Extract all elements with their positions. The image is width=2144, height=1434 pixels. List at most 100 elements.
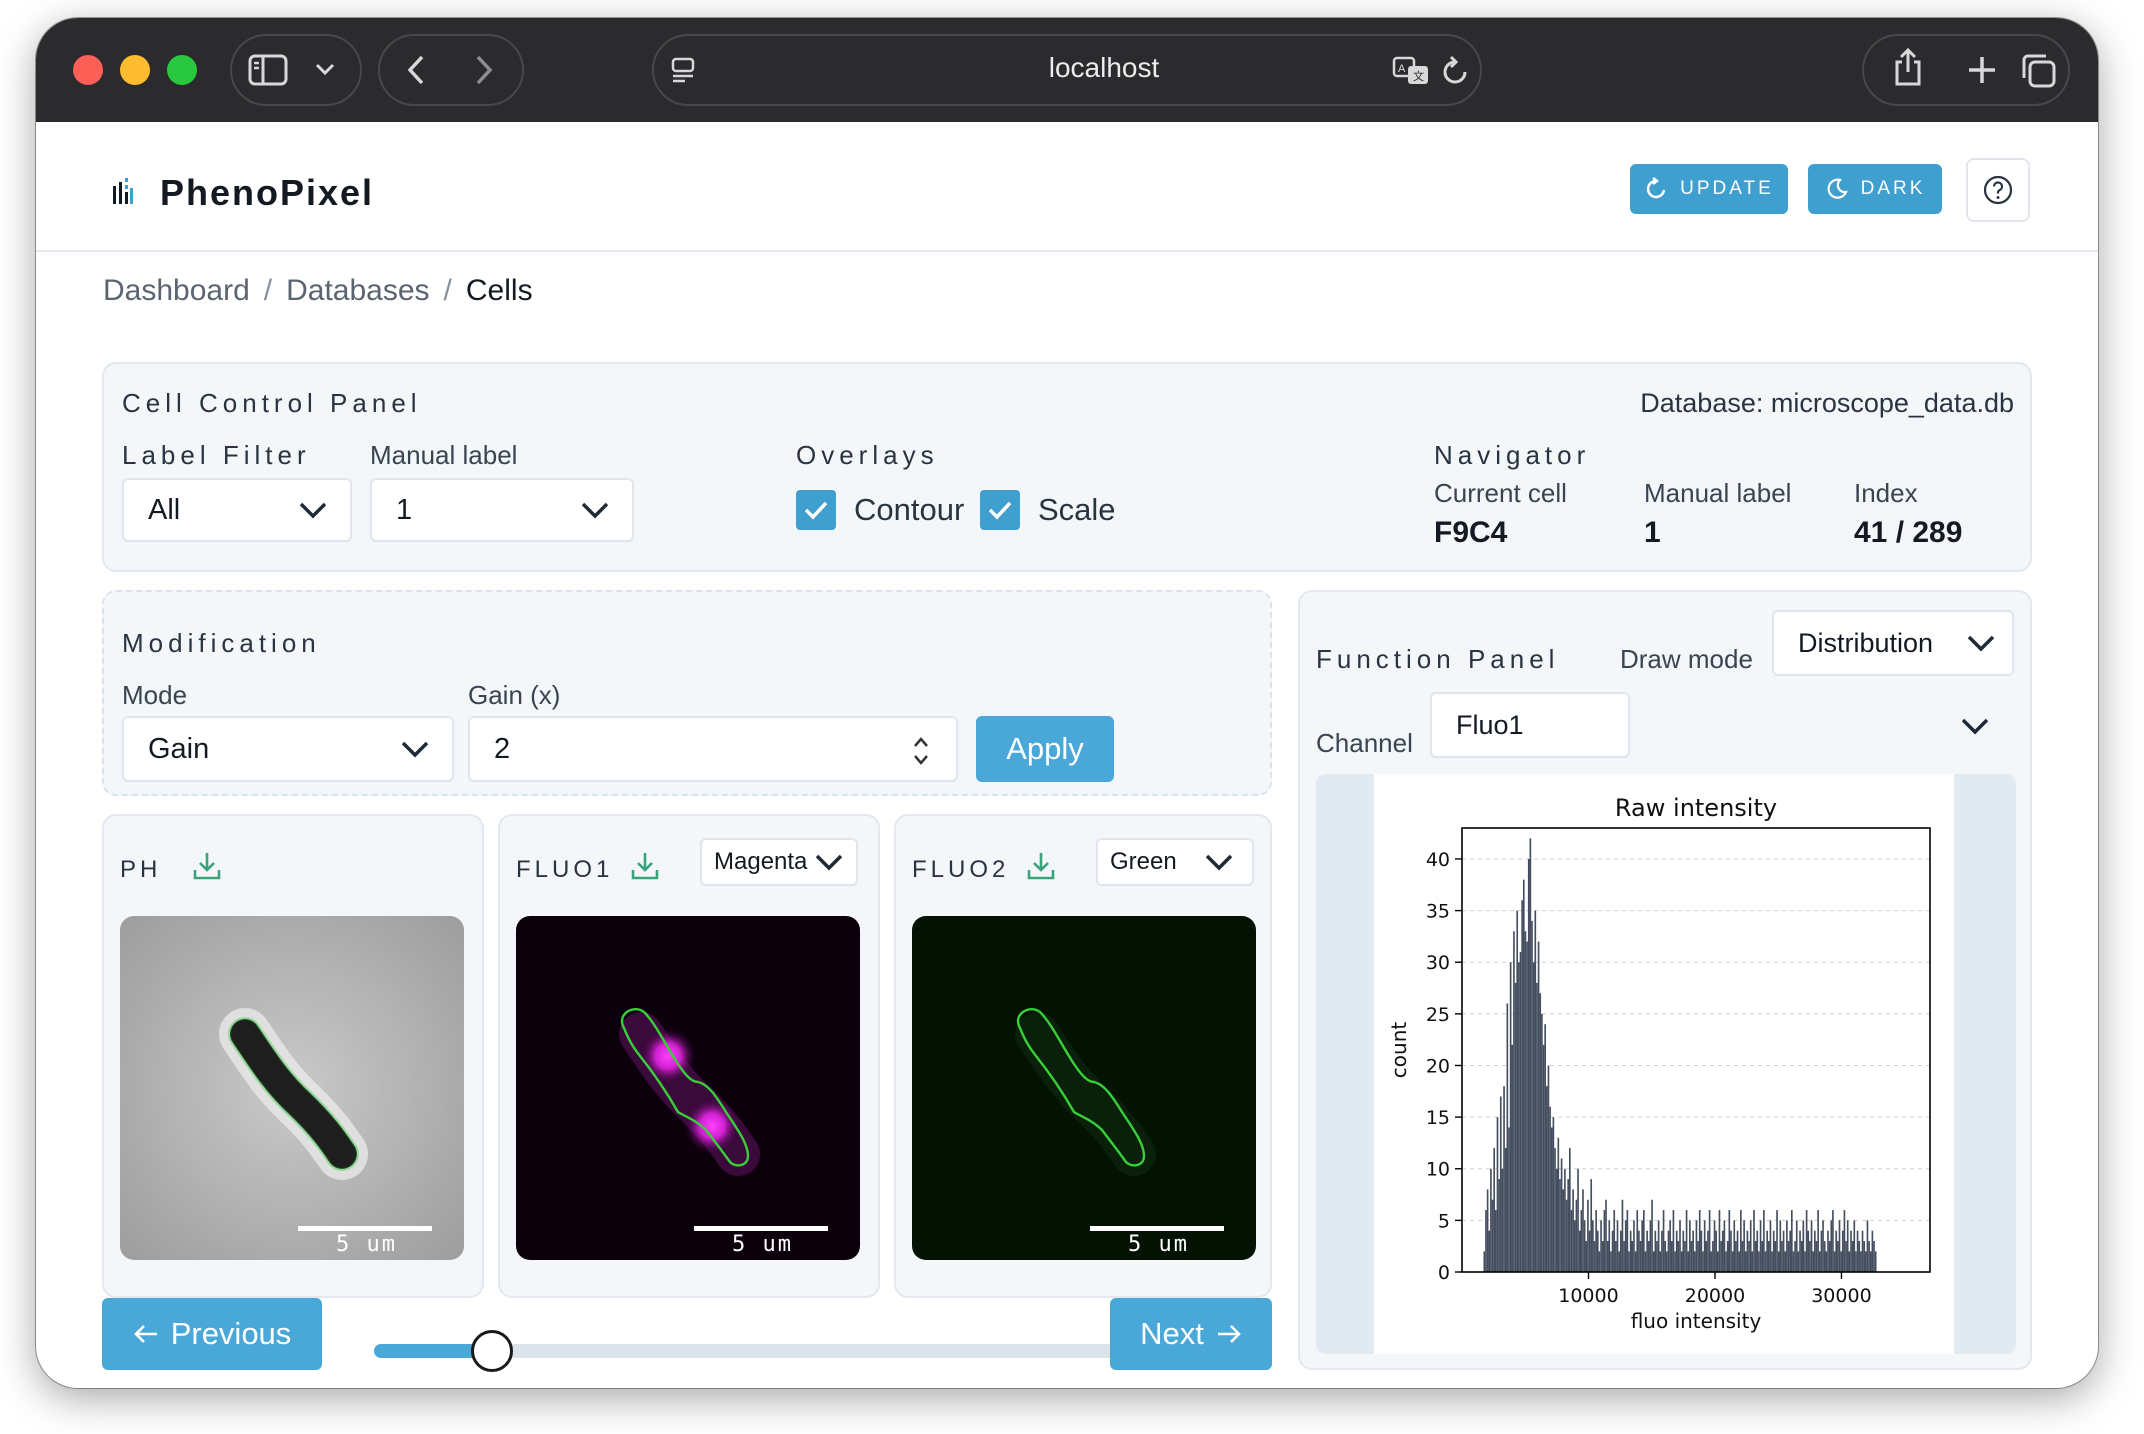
back-arrow-icon[interactable] <box>406 54 426 91</box>
histogram-bar <box>1799 1230 1801 1272</box>
histogram-bar <box>1585 1241 1588 1272</box>
browser-window: localhost A文 PhenoPixel UPDATE DARK Dash… <box>36 18 2098 1388</box>
maximize-window-button[interactable] <box>167 55 197 85</box>
histogram-bar <box>1534 910 1537 1272</box>
help-button[interactable] <box>1966 158 2030 222</box>
x-tick-label: 20000 <box>1685 1285 1745 1307</box>
contour-label[interactable]: Contour <box>854 492 964 528</box>
ph-cell-image: 5 um <box>120 916 464 1260</box>
reload-icon[interactable] <box>1440 54 1470 91</box>
new-tab-plus-icon[interactable] <box>1966 54 1998 91</box>
channel-label: Channel <box>1316 728 1413 758</box>
modification-title: Modification <box>122 628 321 658</box>
x-axis-label: fluo intensity <box>1631 1309 1762 1333</box>
scale-bar <box>1090 1226 1224 1231</box>
histogram-bar <box>1555 1168 1558 1272</box>
y-tick-label: 40 <box>1426 849 1450 871</box>
label-filter-select[interactable]: All <box>122 478 352 542</box>
apply-button[interactable]: Apply <box>976 716 1114 782</box>
histogram-bar <box>1575 1199 1578 1272</box>
draw-mode-value: Distribution <box>1798 627 1934 658</box>
draw-mode-select[interactable]: Distribution <box>1772 610 2014 676</box>
scale-label[interactable]: Scale <box>1038 492 1116 528</box>
breadcrumb-databases[interactable]: Databases <box>286 274 429 307</box>
contour-checkbox[interactable] <box>796 490 836 530</box>
forward-arrow-icon[interactable] <box>474 54 494 91</box>
histogram-bar <box>1656 1241 1658 1272</box>
histogram-bar <box>1569 1148 1571 1272</box>
histogram-bar <box>1490 1168 1492 1272</box>
next-button[interactable]: Next <box>1110 1298 1272 1370</box>
mode-select[interactable]: Gain <box>122 716 454 782</box>
chevron-down-icon[interactable] <box>314 62 336 81</box>
histogram-bar <box>1795 1220 1798 1272</box>
histogram-bar <box>1508 1127 1510 1272</box>
histogram-bar <box>1712 1241 1714 1272</box>
navigator-manual-label-label: Manual label <box>1644 478 1792 508</box>
histogram-bar <box>1777 1251 1780 1272</box>
app-title: PhenoPixel <box>160 172 375 213</box>
histogram-bar <box>1726 1241 1729 1272</box>
histogram-bar <box>1634 1251 1637 1272</box>
histogram-bar <box>1643 1210 1645 1272</box>
histogram-bar <box>1626 1210 1629 1272</box>
slider-thumb[interactable] <box>471 1330 513 1372</box>
manual-label-select[interactable]: 1 <box>370 478 634 542</box>
breadcrumb-dashboard[interactable]: Dashboard <box>103 274 250 307</box>
histogram-bar <box>1598 1251 1601 1272</box>
histogram-bar <box>1807 1230 1810 1272</box>
download-icon[interactable] <box>630 850 660 882</box>
channel-select[interactable]: Fluo1 <box>1430 692 1630 758</box>
histogram-bar <box>1758 1251 1760 1272</box>
minimize-window-button[interactable] <box>120 55 150 85</box>
histogram-bar <box>1519 951 1522 1272</box>
translate-icon[interactable]: A文 <box>1392 56 1432 91</box>
share-icon[interactable] <box>1892 46 1924 93</box>
breadcrumb: Dashboard / Databases / Cells <box>103 274 533 308</box>
scale-bar-label: 5 um <box>1128 1232 1189 1257</box>
histogram-bar <box>1863 1241 1865 1272</box>
histogram-bar <box>1716 1251 1719 1272</box>
page-menu-icon[interactable] <box>670 56 698 89</box>
update-button[interactable]: UPDATE <box>1630 164 1788 214</box>
fluo2-color-value: Green <box>1110 848 1177 875</box>
stepper-arrows-icon[interactable] <box>912 734 930 768</box>
dark-mode-button[interactable]: DARK <box>1808 164 1942 214</box>
histogram-bar <box>1562 1189 1565 1272</box>
database-name: Database: microscope_data.db <box>1640 388 2014 418</box>
histogram-bar <box>1588 1230 1591 1272</box>
histogram-bar <box>1690 1241 1693 1272</box>
fluo1-title: FLUO1 <box>516 856 614 883</box>
histogram-bar <box>1524 931 1527 1272</box>
histogram-bar <box>1631 1241 1634 1272</box>
histogram-bar <box>1814 1230 1816 1272</box>
histogram-bar <box>1864 1251 1867 1272</box>
breadcrumb-cells: Cells <box>465 274 533 307</box>
histogram-bar <box>1651 1199 1653 1272</box>
histogram-bar <box>1855 1251 1857 1272</box>
previous-button[interactable]: Previous <box>102 1298 322 1370</box>
histogram-bar <box>1766 1230 1768 1272</box>
fluo1-color-select[interactable]: Magenta <box>700 838 858 886</box>
scale-checkbox[interactable] <box>980 490 1020 530</box>
histogram-bar <box>1856 1230 1859 1272</box>
x-tick-label: 10000 <box>1558 1285 1618 1307</box>
histogram-bar <box>1703 1220 1706 1272</box>
histogram-bar <box>1549 1106 1551 1272</box>
download-icon[interactable] <box>192 850 222 882</box>
tab-overview-icon[interactable] <box>2020 52 2058 95</box>
close-window-button[interactable] <box>73 55 103 85</box>
download-icon[interactable] <box>1026 850 1056 882</box>
gain-input[interactable]: 2 <box>468 716 958 782</box>
histogram-bar <box>1621 1199 1624 1272</box>
histogram-bar <box>1838 1220 1841 1272</box>
fluo2-color-select[interactable]: Green <box>1096 838 1254 886</box>
chevron-down-icon[interactable] <box>1960 716 1990 736</box>
histogram-bar <box>1740 1210 1742 1272</box>
histogram-bar <box>1583 1220 1586 1272</box>
histogram-bar <box>1697 1241 1699 1272</box>
histogram-bar <box>1600 1220 1602 1272</box>
histogram-bar <box>1684 1241 1686 1272</box>
histogram-bar <box>1718 1210 1721 1272</box>
sidebar-icon[interactable] <box>248 54 288 91</box>
